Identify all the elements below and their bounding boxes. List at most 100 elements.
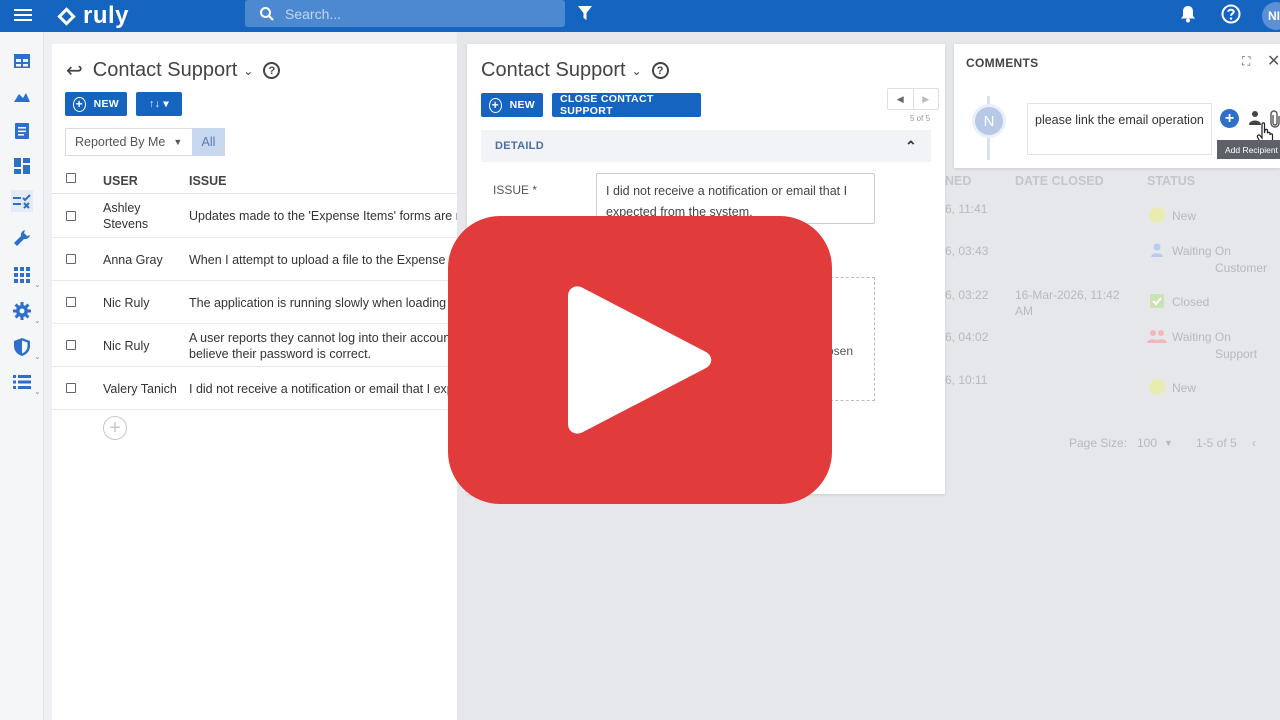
- row-checkbox[interactable]: [66, 297, 76, 307]
- search-input[interactable]: [285, 5, 545, 22]
- list-header: ↩ Contact Support ⌄ ?: [66, 58, 281, 83]
- date-closed-cell: 16-Mar-2026, 11:42: [1015, 288, 1120, 302]
- expand-icon[interactable]: ⛶: [1242, 54, 1250, 69]
- settings-gear-icon[interactable]: [11, 300, 33, 322]
- date-opened-cell: 6, 04:02: [945, 330, 989, 344]
- date-closed-cell-line2: AM: [1015, 304, 1033, 318]
- column-header-date-closed: DATE CLOSED: [1015, 174, 1104, 188]
- page-size-select[interactable]: 100: [1137, 436, 1157, 450]
- next-record-icon[interactable]: ▶: [912, 89, 939, 109]
- check-box-icon: [1150, 294, 1164, 308]
- list-panel: ↩ Contact Support ⌄ ? + NEW ↑↓ ▾ Reporte…: [52, 44, 457, 720]
- filter-all-toggle[interactable]: All: [192, 128, 225, 156]
- left-nav: ⌄ ⌄ ⌄ ⌄: [0, 32, 44, 720]
- help-icon[interactable]: [1221, 4, 1241, 24]
- column-header-user[interactable]: USER: [103, 174, 138, 188]
- help-icon[interactable]: ?: [263, 62, 281, 79]
- prev-page-icon[interactable]: ‹: [1252, 436, 1256, 450]
- status-new-icon: [1149, 379, 1165, 395]
- filter-icon[interactable]: [578, 6, 592, 21]
- sort-button[interactable]: ↑↓ ▾: [136, 92, 182, 116]
- user-cell: Anna Gray: [103, 253, 163, 267]
- close-icon[interactable]: ✕: [1267, 51, 1280, 71]
- list-icon[interactable]: [11, 371, 33, 393]
- row-checkbox[interactable]: [66, 211, 76, 221]
- person-icon: [1151, 243, 1163, 257]
- row-checkbox[interactable]: [66, 383, 76, 393]
- chevron-down-icon: ⌄: [34, 316, 41, 325]
- wrench-icon[interactable]: [11, 227, 33, 249]
- search-box[interactable]: [245, 0, 565, 27]
- help-icon[interactable]: ?: [651, 62, 669, 79]
- brand-logo[interactable]: ruly: [56, 2, 129, 30]
- table-row[interactable]: Nic Ruly The application is running slow…: [52, 281, 457, 324]
- shield-icon[interactable]: [11, 336, 33, 358]
- dashboard-icon[interactable]: [11, 155, 33, 177]
- page-size-label: Page Size:: [1069, 436, 1128, 450]
- close-contact-support-button[interactable]: CLOSE CONTACT SUPPORT: [552, 93, 701, 117]
- chevron-up-icon[interactable]: ⌃: [905, 138, 917, 155]
- apps-grid-icon[interactable]: [11, 264, 33, 286]
- table-icon[interactable]: [11, 50, 33, 72]
- detail-title[interactable]: Contact Support: [481, 59, 626, 82]
- table-header: USER ISSUE: [52, 168, 457, 194]
- user-cell: Ashley Stevens: [103, 201, 149, 231]
- menu-icon[interactable]: [14, 6, 36, 26]
- issue-cell: The application is running slowly when l…: [189, 296, 457, 310]
- page-range: 1-5 of 5: [1196, 436, 1237, 450]
- document-icon[interactable]: [11, 120, 33, 142]
- table-row[interactable]: Anna Gray When I attempt to upload a fil…: [52, 238, 457, 281]
- status-cell: New: [1172, 381, 1197, 395]
- comment-avatar: N: [972, 104, 1006, 138]
- section-title: DETAILD: [495, 140, 544, 152]
- chevron-down-icon: ⌄: [34, 352, 41, 361]
- comments-title: COMMENTS: [966, 56, 1039, 70]
- back-arrow-icon[interactable]: ↩: [66, 58, 83, 83]
- new-button[interactable]: + NEW: [65, 92, 127, 116]
- video-play-button[interactable]: [448, 216, 832, 504]
- detail-header: Contact Support ⌄ ?: [481, 59, 669, 82]
- chevron-down-icon[interactable]: ⌄: [632, 64, 642, 78]
- bell-icon[interactable]: [1180, 5, 1196, 23]
- issue-label: ISSUE *: [493, 183, 538, 197]
- caret-down-icon: ▼: [1164, 438, 1173, 448]
- status-cell: Closed: [1172, 295, 1210, 309]
- file-drop-zone[interactable]: [830, 277, 875, 401]
- issue-cell: I did not receive a notification or emai…: [189, 382, 454, 396]
- user-avatar[interactable]: NI: [1262, 2, 1280, 30]
- table-row[interactable]: Valery Tanich I did not receive a notifi…: [52, 367, 457, 410]
- comment-input[interactable]: please link the email operation: [1027, 103, 1212, 155]
- play-icon: [568, 286, 712, 434]
- column-header-date-opened: NED: [945, 174, 972, 188]
- add-row-button[interactable]: +: [103, 416, 127, 440]
- table-row[interactable]: Nic Ruly A user reports they cannot log …: [52, 324, 457, 367]
- tasks-icon[interactable]: [11, 190, 33, 212]
- prev-record-icon[interactable]: ◀: [888, 89, 913, 109]
- detail-section-header[interactable]: DETAILD ⌃: [481, 130, 931, 162]
- plus-icon: +: [489, 97, 502, 113]
- reported-filter-dropdown[interactable]: Reported By Me ▼: [65, 128, 192, 156]
- table-row[interactable]: Ashley Stevens Updates made to the 'Expe…: [52, 194, 457, 238]
- record-pager: ◀ ▶: [887, 88, 939, 110]
- select-all-checkbox[interactable]: [66, 173, 76, 183]
- date-opened-cell: 6, 10:11: [945, 373, 988, 387]
- chart-area-icon[interactable]: [11, 85, 33, 107]
- search-icon: [260, 6, 274, 21]
- row-checkbox[interactable]: [66, 254, 76, 264]
- group-icon: [1147, 330, 1167, 343]
- row-checkbox[interactable]: [66, 340, 76, 350]
- add-comment-icon[interactable]: +: [1220, 109, 1239, 128]
- page-title[interactable]: Contact Support: [93, 59, 238, 82]
- status-cell: Waiting On: [1172, 330, 1231, 344]
- filter-selected-label: Reported By Me: [75, 135, 166, 149]
- issue-cell: A user reports they cannot log into thei…: [189, 331, 454, 345]
- add-recipient-tooltip: Add Recipient: [1217, 140, 1280, 159]
- status-new-icon: [1149, 207, 1165, 223]
- user-cell: Valery Tanich: [103, 382, 177, 396]
- chevron-down-icon[interactable]: ⌄: [243, 64, 253, 78]
- user-cell: Nic Ruly: [103, 296, 150, 310]
- top-bar: ruly NI: [0, 0, 1280, 32]
- column-header-issue[interactable]: ISSUE: [189, 174, 227, 188]
- plus-icon: +: [73, 96, 86, 112]
- detail-new-button[interactable]: + NEW: [481, 93, 543, 117]
